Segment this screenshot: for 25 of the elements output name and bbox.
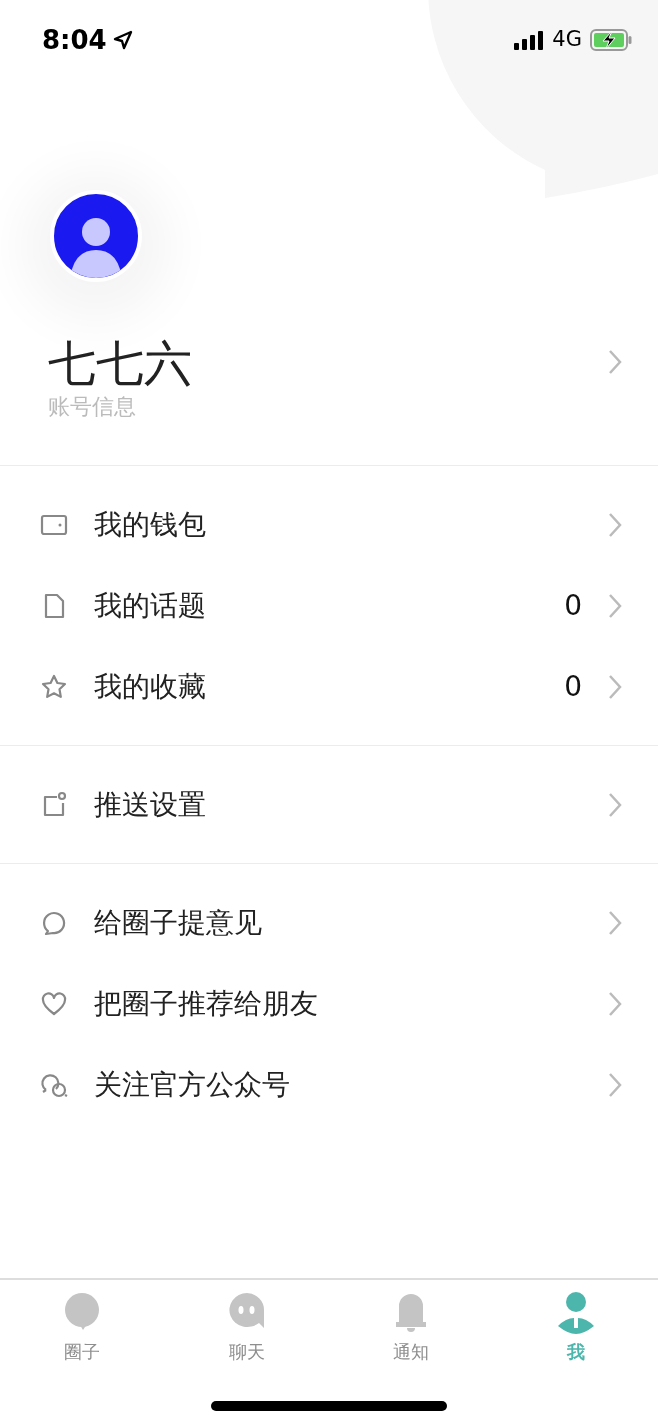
chevron-right-icon [608, 593, 622, 620]
menu-item[interactable]: 把圈子推荐给朋友 [0, 963, 658, 1045]
chevron-right-icon [608, 674, 622, 701]
count-label: 0 [564, 669, 582, 706]
signal-icon [514, 30, 545, 50]
status-time: 8:04 [42, 23, 107, 57]
count-label: 0 [564, 588, 582, 625]
location-arrow-icon [112, 30, 133, 50]
two-chat-bubbles-icon [40, 1071, 68, 1100]
menu-item[interactable]: 给圈子提意见 [0, 882, 658, 964]
profile-name: 七七六 [48, 337, 193, 390]
chevron-right-icon [608, 792, 622, 819]
menu-item[interactable]: 我的钱包 [0, 484, 658, 566]
chevron-right-icon [608, 512, 622, 539]
chevron-right-icon [608, 991, 622, 1018]
chevron-right-icon [608, 349, 622, 376]
chevron-right-icon [608, 1072, 622, 1099]
battery-charging-icon [590, 29, 632, 51]
menu-item[interactable]: 关注官方公众号 [0, 1044, 658, 1126]
chat-bubble-icon [40, 909, 68, 938]
network-label: 4G [552, 26, 582, 54]
chevron-right-icon [608, 910, 622, 937]
menu-item[interactable]: 我的话题 0 [0, 565, 658, 647]
menu-item[interactable]: 我的收藏 0 [0, 646, 658, 728]
menu-item[interactable]: 推送设置 [0, 764, 658, 846]
